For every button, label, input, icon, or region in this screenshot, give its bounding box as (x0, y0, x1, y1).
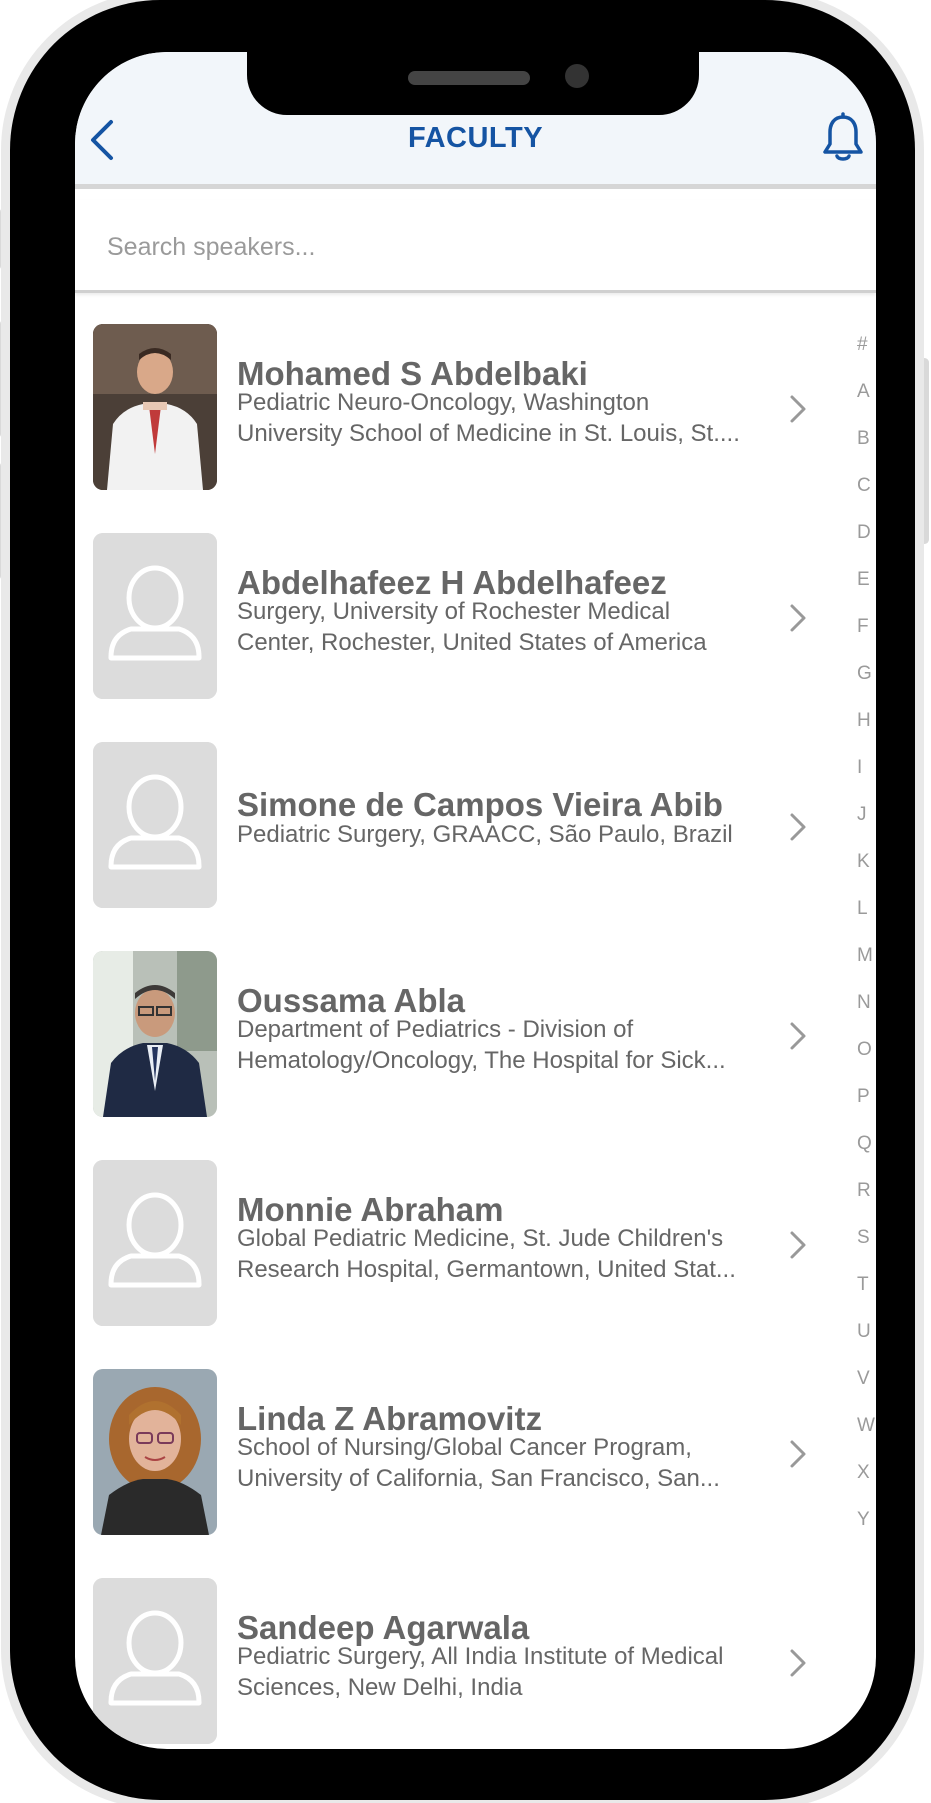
page-title: FACULTY (407, 122, 544, 154)
index-letter[interactable]: N (857, 992, 871, 1014)
notification-bell-icon[interactable] (821, 112, 865, 164)
speaker-row[interactable]: Mohamed S Abdelbaki Pediatric Neuro-Onco… (75, 324, 876, 533)
speaker-photo (93, 742, 217, 908)
speaker-photo (93, 951, 217, 1117)
index-letter[interactable]: G (857, 663, 872, 685)
speaker-row[interactable]: Sandeep Agarwala Pediatric Surgery, All … (75, 1578, 876, 1749)
speaker-affiliation-line: Pediatric Surgery, GRAACC, São Paulo, Br… (237, 821, 733, 848)
chevron-right-icon (790, 395, 806, 423)
device-notch (247, 52, 699, 115)
speaker-photo (93, 1578, 217, 1744)
speaker-affiliation-line: Research Hospital, Germantown, United St… (237, 1256, 736, 1283)
index-letter[interactable]: R (857, 1180, 871, 1202)
index-letter[interactable]: M (857, 945, 873, 967)
index-letter[interactable]: C (857, 475, 871, 497)
index-letter[interactable]: L (857, 898, 868, 920)
person-placeholder-icon (93, 742, 217, 908)
speaker-photo (93, 324, 217, 490)
speaker-list: Mohamed S Abdelbaki Pediatric Neuro-Onco… (75, 324, 876, 1749)
speaker-affiliation-line: Global Pediatric Medicine, St. Jude Chil… (237, 1225, 724, 1252)
speaker-affiliation: School of Nursing/Global Cancer Program,… (237, 1432, 767, 1494)
chevron-right-icon (790, 813, 806, 841)
alphabet-index: # A B C D E F G H I J K L M N O P Q R S T U V W X Y (857, 324, 876, 1654)
speaker-row[interactable]: Simone de Campos Vieira Abib Pediatric S… (75, 742, 876, 951)
search-input[interactable] (105, 224, 809, 270)
speaker-affiliation-line: Center, Rochester, United States of Amer… (237, 629, 707, 656)
speaker-affiliation-line: School of Nursing/Global Cancer Program, (237, 1434, 692, 1461)
person-placeholder-icon (93, 1160, 217, 1326)
volume-up-button (0, 320, 8, 438)
index-letter[interactable]: H (857, 710, 871, 732)
index-letter[interactable]: A (857, 381, 870, 403)
phone-frame: F A C U L T Y Search speakers... Mohamed S Abd… (10, 0, 915, 1800)
chevron-right-icon (790, 1649, 806, 1677)
speaker-photo (93, 533, 217, 699)
front-camera (565, 64, 589, 88)
speaker-grille (408, 71, 530, 85)
chevron-right-icon (790, 1440, 806, 1468)
speaker-affiliation-line: Hematology/Oncology, The Hospital for Si… (237, 1047, 726, 1074)
speaker-row[interactable]: Oussama Abla Department of Pediatrics - … (75, 951, 876, 1160)
index-letter[interactable]: J (857, 804, 867, 826)
index-letter[interactable]: F (857, 616, 869, 638)
index-letter[interactable]: V (857, 1368, 870, 1390)
search-bar (75, 200, 876, 293)
speaker-photo (93, 1160, 217, 1326)
index-letter[interactable]: S (857, 1227, 870, 1249)
volume-down-button (0, 462, 8, 580)
speaker-row[interactable]: Linda Z Abramovitz School of Nursing/Glo… (75, 1369, 876, 1578)
speaker-affiliation-line: Sciences, New Delhi, India (237, 1674, 523, 1701)
speaker-affiliation: Pediatric Neuro-Oncology, Washington Uni… (237, 387, 767, 449)
index-letter[interactable]: W (857, 1415, 875, 1437)
index-letter[interactable]: U (857, 1321, 871, 1343)
speaker-row[interactable]: Monnie Abraham Global Pediatric Medicine… (75, 1160, 876, 1369)
index-letter[interactable]: B (857, 428, 870, 450)
index-letter[interactable]: X (857, 1462, 870, 1484)
speaker-affiliation-line: University of California, San Francisco,… (237, 1465, 720, 1492)
index-letter[interactable]: Y (857, 1509, 870, 1531)
mute-switch (0, 208, 8, 270)
speaker-affiliation: Pediatric Surgery, GRAACC, São Paulo, Br… (237, 819, 767, 850)
speaker-affiliation: Department of Pediatrics - Division of H… (237, 1014, 767, 1076)
speaker-affiliation-line: Pediatric Neuro-Oncology, Washington (237, 389, 650, 416)
speaker-affiliation: Global Pediatric Medicine, St. Jude Chil… (237, 1223, 767, 1285)
speaker-affiliation-line: Department of Pediatrics - Division of (237, 1016, 634, 1043)
index-letter[interactable]: # (857, 334, 868, 356)
person-placeholder-icon (93, 1578, 217, 1744)
speaker-affiliation-line: Pediatric Surgery, All India Institute o… (237, 1643, 724, 1670)
speaker-row[interactable]: Abdelhafeez H Abdelhafeez Surgery, Unive… (75, 533, 876, 742)
index-letter[interactable]: T (857, 1274, 869, 1296)
index-letter[interactable]: P (857, 1086, 870, 1108)
index-letter[interactable]: K (857, 851, 870, 873)
index-letter[interactable]: O (857, 1039, 872, 1061)
index-letter[interactable]: D (857, 522, 871, 544)
index-letter[interactable]: E (857, 569, 870, 591)
speaker-affiliation-line: University School of Medicine in St. Lou… (237, 420, 740, 447)
chevron-right-icon (790, 1231, 806, 1259)
person-placeholder-icon (93, 533, 217, 699)
chevron-right-icon (790, 604, 806, 632)
chevron-right-icon (790, 1022, 806, 1050)
index-letter[interactable]: Q (857, 1133, 872, 1155)
speaker-photo (93, 1369, 217, 1535)
speaker-affiliation: Surgery, University of Rochester Medical… (237, 596, 767, 658)
power-button (920, 358, 929, 544)
index-letter[interactable]: I (857, 757, 862, 779)
speaker-affiliation-line: Surgery, University of Rochester Medical (237, 598, 671, 625)
speaker-affiliation: Pediatric Surgery, All India Institute o… (237, 1641, 767, 1703)
app-screen: F A C U L T Y Search speakers... Mohamed S Abd… (75, 52, 876, 1749)
